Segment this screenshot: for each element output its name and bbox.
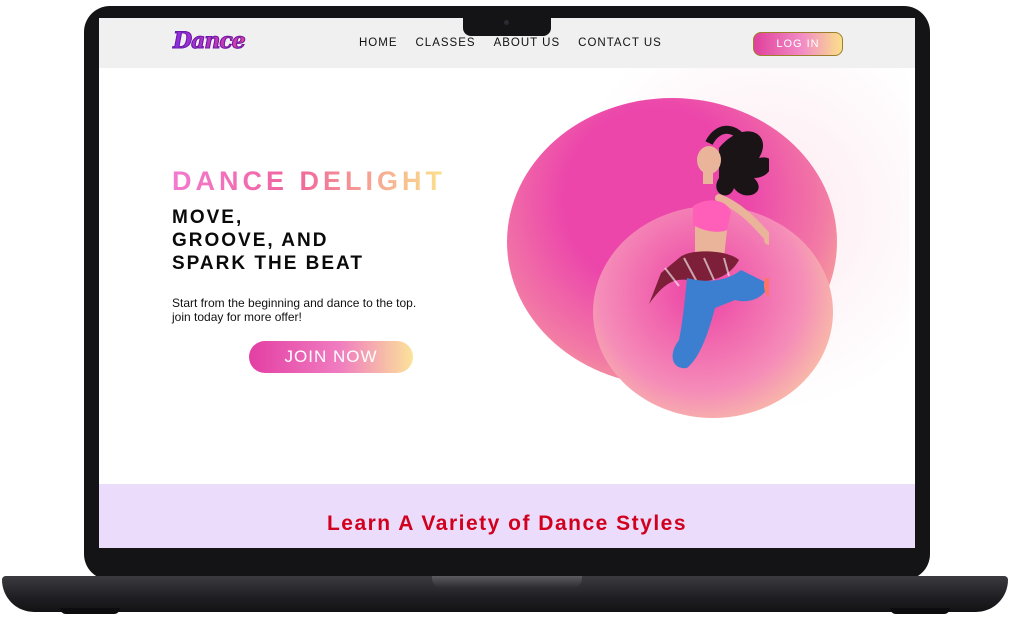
nav-about-us[interactable]: ABOUT US	[494, 37, 561, 49]
hero-subtext: Start from the beginning and dance to th…	[172, 296, 492, 324]
jumping-dancer-image	[649, 125, 769, 369]
join-now-button[interactable]: JOIN NOW	[249, 341, 413, 373]
laptop-frame: Dance HOME CLASSES ABOUT US CONTACT US L…	[0, 0, 1010, 620]
subtext-line-1: Start from the beginning and dance to th…	[172, 296, 417, 310]
camera-icon	[504, 20, 509, 25]
subtext-line-2: join today for more offer!	[172, 310, 302, 324]
section-title: Learn A Variety of Dance Styles	[326, 512, 688, 535]
nav-contact-us[interactable]: CONTACT US	[578, 37, 662, 49]
login-button[interactable]: LOG IN	[753, 32, 843, 56]
nav-classes[interactable]: CLASSES	[416, 37, 476, 49]
hero-kicker: DANCE DELIGHT	[172, 166, 446, 196]
headline-line-2: GROOVE, AND	[172, 230, 329, 251]
laptop-foot-left	[60, 608, 120, 614]
headline-line-3: SPARK THE BEAT	[172, 253, 364, 274]
brand-logo[interactable]: Dance	[173, 28, 247, 55]
nav-home[interactable]: HOME	[359, 37, 398, 49]
hero-headline: MOVE, GROOVE, AND SPARK THE BEAT	[172, 206, 364, 275]
website-screen: Dance HOME CLASSES ABOUT US CONTACT US L…	[99, 18, 915, 548]
nav-links: HOME CLASSES ABOUT US CONTACT US	[359, 37, 662, 49]
dance-styles-section: Learn A Variety of Dance Styles	[99, 484, 915, 548]
headline-line-1: MOVE,	[172, 207, 244, 228]
laptop-lip	[432, 576, 582, 588]
camera-notch	[463, 18, 551, 36]
laptop-foot-right	[890, 608, 950, 614]
